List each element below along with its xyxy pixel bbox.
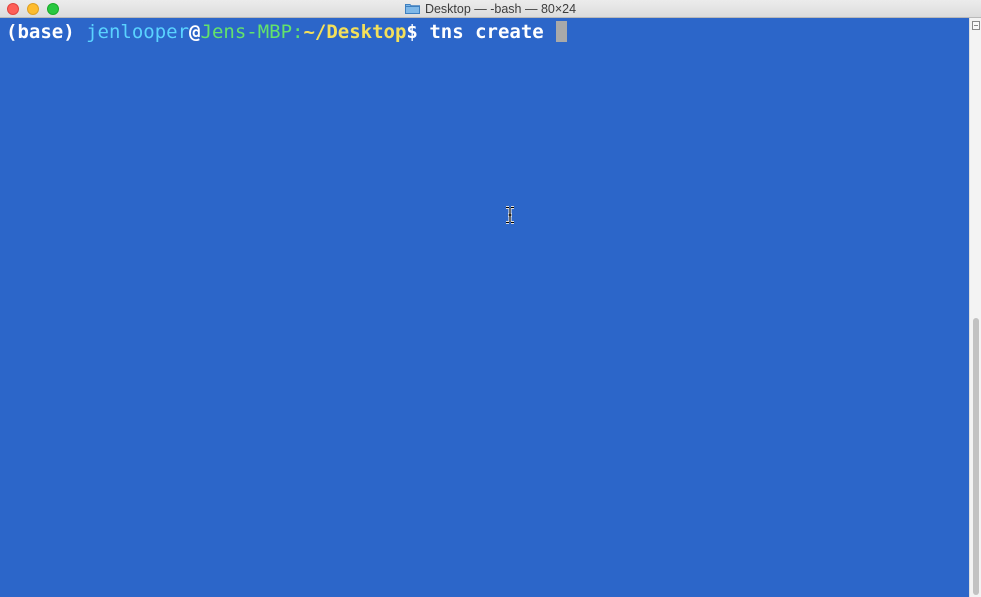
prompt-user: jenlooper bbox=[86, 21, 190, 43]
folder-icon bbox=[404, 3, 420, 14]
prompt-symbol: $ bbox=[406, 21, 418, 43]
window-title: Desktop — -bash — 80×24 bbox=[424, 1, 577, 16]
command-text: tns create bbox=[429, 21, 544, 43]
split-pane-icon[interactable] bbox=[972, 21, 980, 30]
prompt-path: ~/Desktop bbox=[303, 21, 407, 43]
ibeam-cursor-icon bbox=[436, 179, 514, 224]
terminal-content[interactable]: (base) jenlooper@Jens-MBP:~/Desktop$ tns… bbox=[0, 18, 969, 597]
window-title-wrap: Desktop — -bash — 80×24 bbox=[0, 0, 981, 17]
scroll-thumb[interactable] bbox=[973, 318, 979, 595]
prompt-host: Jens-MBP bbox=[200, 21, 293, 43]
title-bar[interactable]: Desktop — -bash — 80×24 bbox=[0, 0, 981, 18]
text-cursor bbox=[556, 21, 568, 42]
prompt-colon: : bbox=[292, 21, 304, 43]
prompt-at: @ bbox=[189, 21, 201, 43]
prompt-line: (base) jenlooper@Jens-MBP:~/Desktop$ tns… bbox=[6, 19, 568, 45]
conda-env: (base) bbox=[6, 21, 75, 43]
vertical-scrollbar[interactable] bbox=[969, 18, 981, 597]
terminal-window: Desktop — -bash — 80×24 (base) jenlooper… bbox=[0, 0, 981, 597]
